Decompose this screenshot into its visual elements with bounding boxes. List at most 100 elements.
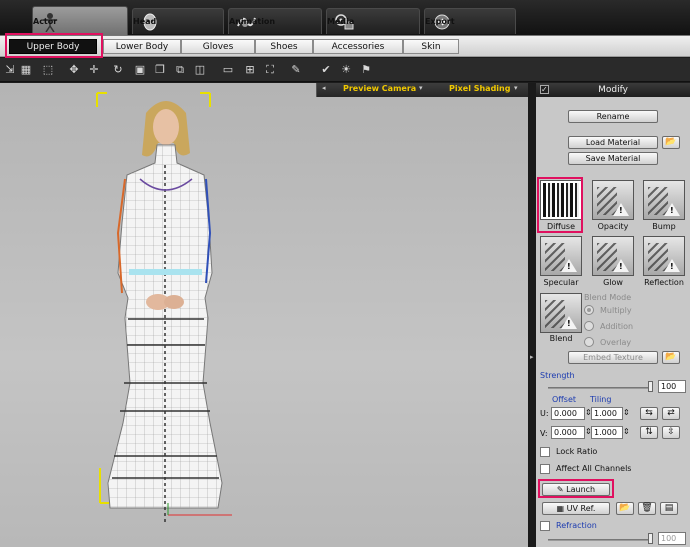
refraction-label: Refraction <box>556 521 597 530</box>
embed-folder-icon[interactable]: 📂 <box>662 351 680 364</box>
launch-edit-icon: ✎ <box>556 485 567 494</box>
strength-slider-thumb[interactable] <box>648 381 653 392</box>
tiling-label: Tiling <box>590 395 612 404</box>
multiply-radio[interactable] <box>584 305 594 315</box>
paint-icon[interactable]: ✎ <box>288 63 304 77</box>
warning-icon <box>561 259 577 272</box>
glow-label: Glow <box>603 278 623 287</box>
copy-icon[interactable]: ⧉ <box>172 63 188 77</box>
uv-ref-button[interactable]: ▦ UV Ref. <box>542 502 610 515</box>
frame-select-icon[interactable]: ⬚ <box>40 63 56 77</box>
main-tab-bar: Actor Head Animation Media Export <box>0 0 690 36</box>
refraction-checkbox[interactable] <box>540 521 550 531</box>
warning-icon <box>561 316 577 329</box>
sub-tab-bar: Upper Body Lower Body Gloves Shoes Acces… <box>0 35 690 57</box>
warning-icon <box>664 203 680 216</box>
tab-actor[interactable]: Actor <box>32 6 128 36</box>
subtab-skin[interactable]: Skin <box>403 39 459 54</box>
uv-ref-icon: ▦ <box>556 504 567 513</box>
tab-actor-label: Actor <box>33 17 58 26</box>
mirror-v-icon[interactable]: ⇳ <box>662 426 680 439</box>
refraction-input[interactable]: 100 <box>658 532 686 545</box>
bump-channel-button[interactable] <box>643 180 685 220</box>
launch-button[interactable]: ✎ Launch <box>542 483 610 496</box>
diffuse-channel-button[interactable] <box>540 180 582 220</box>
affect-all-channels-checkbox[interactable] <box>540 464 550 474</box>
u-tiling-input[interactable]: 1.000 <box>591 407 623 420</box>
panel-enable-checkbox[interactable] <box>540 83 549 97</box>
collapse-arrow-icon[interactable]: ▸ <box>530 353 534 361</box>
3d-viewport[interactable]: ◂ Preview Camera ▾ Pixel Shading ▾ <box>0 83 528 547</box>
uv-folder-icon[interactable]: 📂 <box>616 502 634 515</box>
move-axis-icon[interactable]: ✛ <box>86 63 102 77</box>
embed-texture-button[interactable]: Embed Texture <box>568 351 658 364</box>
load-material-button[interactable]: Load Material <box>568 136 658 149</box>
glow-channel-button[interactable] <box>592 236 634 276</box>
reflection-channel-button[interactable] <box>643 236 685 276</box>
scale-icon[interactable]: ▣ <box>132 63 148 77</box>
align-icon[interactable]: ◫ <box>192 63 208 77</box>
affect-all-channels-label: Affect All Channels <box>556 464 632 473</box>
v-tiling-input[interactable]: 1.000 <box>591 426 623 439</box>
addition-label: Addition <box>600 322 634 331</box>
diffuse-texture-thumb <box>543 183 579 217</box>
launch-label: Launch <box>566 485 596 494</box>
specular-channel-button[interactable] <box>540 236 582 276</box>
overlay-radio[interactable] <box>584 337 594 347</box>
tab-export[interactable]: Export <box>424 8 516 34</box>
u-label: U: <box>540 409 549 418</box>
subtab-shoes[interactable]: Shoes <box>255 39 313 54</box>
move-tool-icon[interactable]: ⇲ <box>2 63 18 77</box>
panel-splitter[interactable]: ▸ <box>528 83 536 547</box>
viewport-single-icon[interactable]: ▭ <box>220 63 236 77</box>
tab-export-label: Export <box>425 17 455 26</box>
subtab-upper-body[interactable]: Upper Body <box>9 39 97 54</box>
v-offset-input[interactable]: 0.000 <box>551 426 585 439</box>
layout-icon[interactable]: ▦ <box>18 63 34 77</box>
pan-icon[interactable]: ✥ <box>66 63 82 77</box>
rotate-icon[interactable]: ↻ <box>110 63 126 77</box>
open-folder-icon[interactable]: 📂 <box>662 136 680 149</box>
fit-view-icon[interactable]: ⛶ <box>262 63 278 77</box>
face <box>153 109 179 145</box>
strength-input[interactable]: 100 <box>658 380 686 393</box>
refraction-slider-thumb[interactable] <box>648 533 653 544</box>
v-tiling-spinner-icon[interactable]: ⇕ <box>623 427 630 436</box>
viewport-quad-icon[interactable]: ⊞ <box>242 63 258 77</box>
map-icon[interactable]: ▤ <box>660 502 678 515</box>
subtab-gloves[interactable]: Gloves <box>181 39 255 54</box>
flip-u-icon[interactable]: ⇆ <box>640 407 658 420</box>
addition-radio[interactable] <box>584 321 594 331</box>
subtab-lower-body[interactable]: Lower Body <box>103 39 181 54</box>
tab-media-label: Media <box>327 17 355 26</box>
modify-panel-header: Modify <box>536 83 690 97</box>
u-tiling-spinner-icon[interactable]: ⇕ <box>623 408 630 417</box>
rename-button[interactable]: Rename <box>568 110 658 123</box>
character-model <box>96 92 232 523</box>
refraction-slider[interactable] <box>548 539 648 541</box>
checkmark-icon[interactable]: ✔ <box>318 63 334 77</box>
panel-title: Modify <box>598 85 628 95</box>
duplicate-icon[interactable]: ❐ <box>152 63 168 77</box>
u-offset-input[interactable]: 0.000 <box>551 407 585 420</box>
blend-label: Blend <box>549 334 573 343</box>
lock-ratio-label: Lock Ratio <box>556 447 598 456</box>
strength-slider[interactable] <box>548 387 648 389</box>
offset-label: Offset <box>552 395 577 404</box>
flag-icon[interactable]: ⚑ <box>358 63 374 77</box>
v-label: V: <box>540 429 548 438</box>
tab-media[interactable]: Media <box>326 8 420 34</box>
lock-ratio-checkbox[interactable] <box>540 447 550 457</box>
blend-channel-button[interactable] <box>540 293 582 333</box>
opacity-channel-button[interactable] <box>592 180 634 220</box>
subtab-accessories[interactable]: Accessories <box>313 39 403 54</box>
tab-animation-label: Animation <box>229 17 276 26</box>
tab-animation[interactable]: Animation <box>228 8 322 34</box>
delete-icon[interactable]: 🗑 <box>638 502 656 515</box>
flip-v-icon[interactable]: ⇅ <box>640 426 658 439</box>
save-material-button[interactable]: Save Material <box>568 152 658 165</box>
tab-head[interactable]: Head <box>132 8 224 34</box>
scene-icon[interactable]: ☀ <box>338 63 354 77</box>
mirror-u-icon[interactable]: ⇄ <box>662 407 680 420</box>
overlay-label: Overlay <box>600 338 632 347</box>
